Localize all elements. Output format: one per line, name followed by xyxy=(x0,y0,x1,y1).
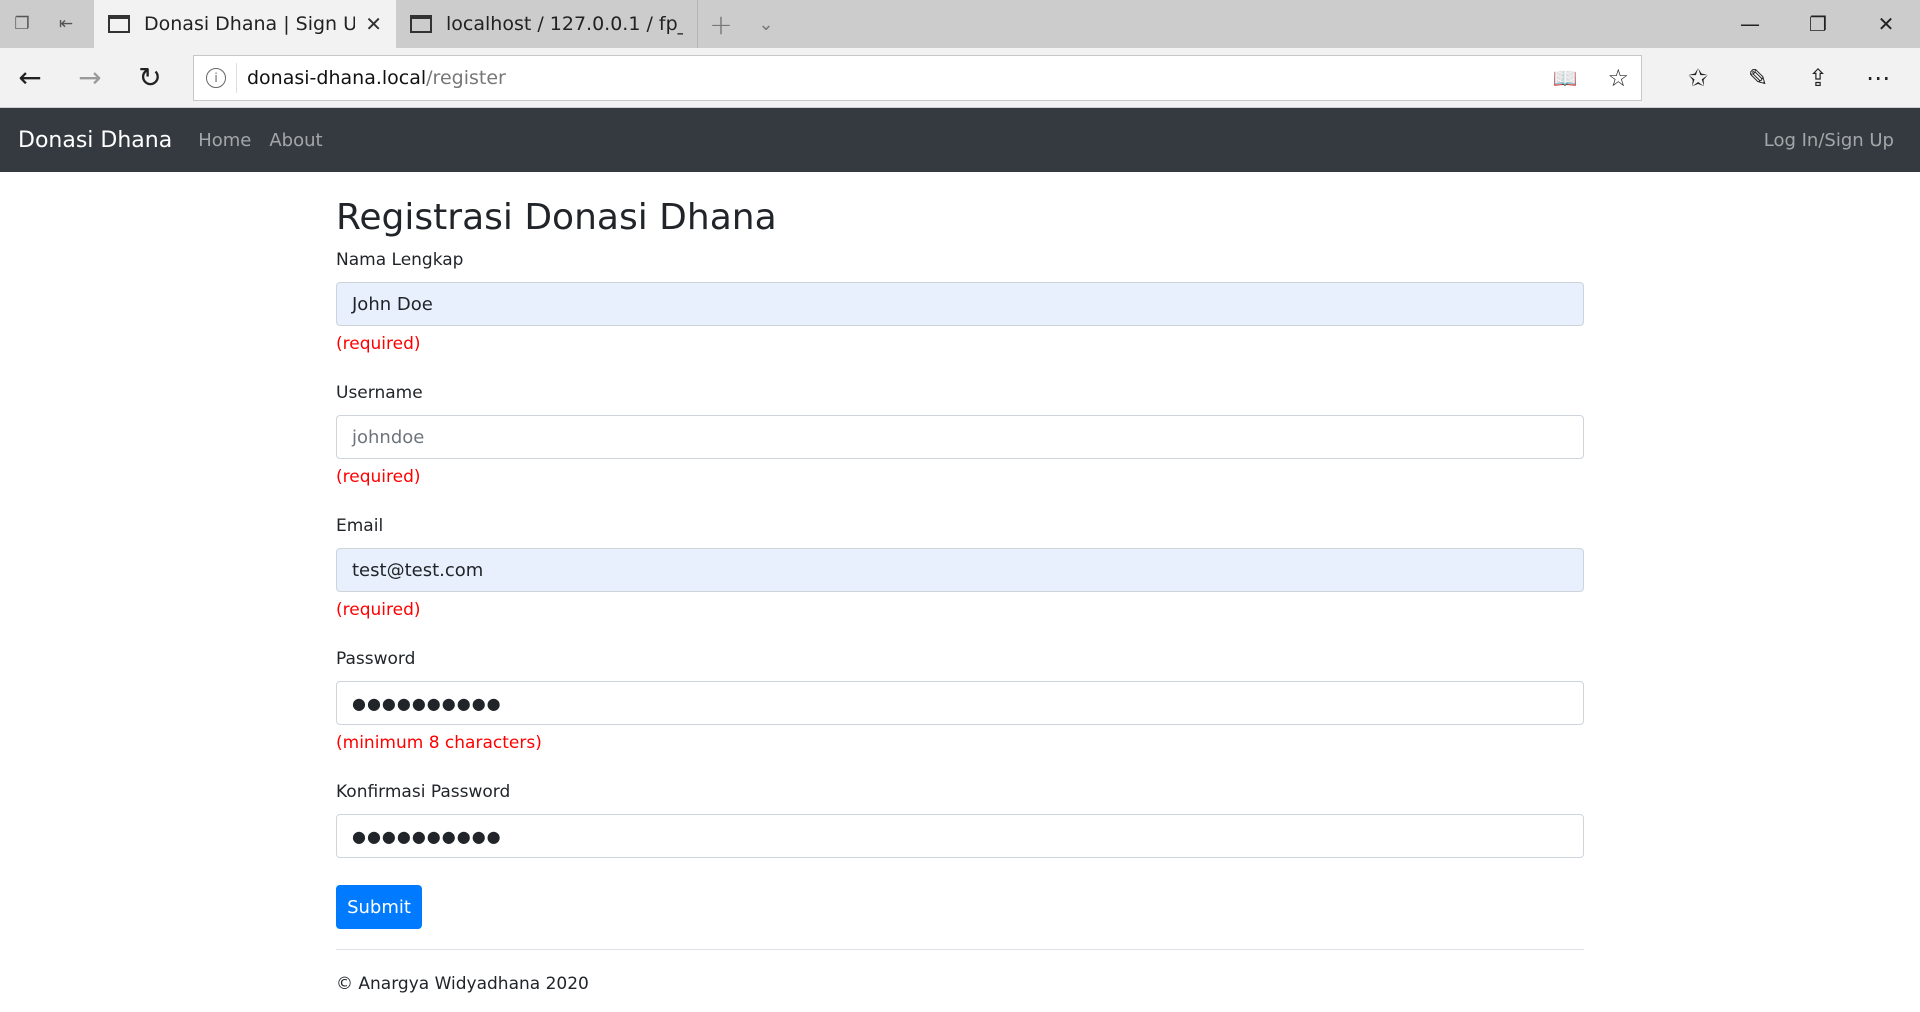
confirm-field-group: Konfirmasi Password ●●●●●●●●●● xyxy=(336,778,1584,858)
browser-tab[interactable]: localhost / 127.0.0.1 / fp_pb xyxy=(396,0,698,48)
set-aside-tabs-icon[interactable]: ⇤ xyxy=(44,0,88,48)
tab-title: Donasi Dhana | Sign Up xyxy=(144,13,356,35)
email-label: Email xyxy=(336,516,384,536)
email-field-group: Email test@test.com (required) xyxy=(336,512,1584,623)
site-navbar: Donasi Dhana Home About Log In/Sign Up xyxy=(0,108,1920,172)
chevron-down-icon[interactable]: ⌄ xyxy=(744,0,788,48)
confirm-password-label: Konfirmasi Password xyxy=(336,782,511,802)
register-form: Registrasi Donasi Dhana Nama Lengkap Joh… xyxy=(336,196,1584,994)
back-arrow-icon[interactable]: ← xyxy=(0,61,60,94)
reading-view-icon[interactable]: 📖 xyxy=(1553,66,1578,90)
password-field-group: Password ●●●●●●●●●● (minimum 8 character… xyxy=(336,645,1584,756)
close-window-icon[interactable]: ✕ xyxy=(1852,0,1920,48)
email-help-text: (required) xyxy=(336,600,421,620)
url-path: /register xyxy=(426,66,506,89)
address-input[interactable]: i donasi-dhana.local/register 📖 ☆ xyxy=(193,54,1642,101)
page-title: Registrasi Donasi Dhana xyxy=(336,197,777,238)
confirm-password-value: ●●●●●●●●●● xyxy=(352,826,502,846)
favorites-list-icon[interactable]: ✩ xyxy=(1668,64,1728,92)
name-input[interactable]: John Doe xyxy=(336,282,1584,326)
refresh-icon[interactable]: ↻ xyxy=(120,61,180,94)
url-host: donasi-dhana.local xyxy=(247,66,427,89)
address-toolbar: ← → ↻ i donasi-dhana.local/register 📖 ☆ … xyxy=(0,48,1920,108)
tab-manager-icon[interactable]: ❐ xyxy=(0,0,44,48)
password-help-text: (minimum 8 characters) xyxy=(336,733,542,753)
window-controls: — ❐ ✕ xyxy=(1716,0,1920,48)
name-field-group: Nama Lengkap John Doe (required) xyxy=(336,246,1584,357)
nav-link-about[interactable]: About xyxy=(269,130,322,151)
password-value: ●●●●●●●●●● xyxy=(352,693,502,713)
more-options-icon[interactable]: ⋯ xyxy=(1848,64,1908,92)
confirm-password-input[interactable]: ●●●●●●●●●● xyxy=(336,814,1584,858)
page-icon xyxy=(108,15,130,33)
close-icon[interactable]: ✕ xyxy=(365,12,382,36)
url-separator xyxy=(236,62,237,93)
forward-arrow-icon[interactable]: → xyxy=(60,61,120,94)
browser-tab-bar: ❐ ⇤ Donasi Dhana | Sign Up ✕ localhost /… xyxy=(0,0,1920,48)
nav-link-login[interactable]: Log In/Sign Up xyxy=(1764,130,1894,151)
nav-link-home[interactable]: Home xyxy=(198,130,251,151)
password-label: Password xyxy=(336,649,416,669)
username-placeholder: johndoe xyxy=(352,426,425,448)
page-icon xyxy=(410,15,432,33)
email-input[interactable]: test@test.com xyxy=(336,548,1584,592)
divider xyxy=(336,949,1584,950)
name-label: Nama Lengkap xyxy=(336,250,464,270)
minimize-icon[interactable]: — xyxy=(1716,0,1784,48)
new-tab-icon[interactable]: + xyxy=(698,0,744,48)
name-help-text: (required) xyxy=(336,334,421,354)
favorite-star-icon[interactable]: ☆ xyxy=(1607,64,1629,92)
password-input[interactable]: ●●●●●●●●●● xyxy=(336,681,1584,725)
username-help-text: (required) xyxy=(336,467,421,487)
info-icon[interactable]: i xyxy=(206,67,226,88)
username-input[interactable]: johndoe xyxy=(336,415,1584,459)
submit-button[interactable]: Submit xyxy=(336,885,422,929)
email-value: test@test.com xyxy=(352,559,484,581)
share-icon[interactable]: ⇪ xyxy=(1788,64,1848,92)
browser-tab-active[interactable]: Donasi Dhana | Sign Up ✕ xyxy=(94,0,396,48)
username-field-group: Username johndoe (required) xyxy=(336,379,1584,490)
browser-tools: ✩ ✎ ⇪ ⋯ xyxy=(1668,64,1908,92)
tab-title: localhost / 127.0.0.1 / fp_pb xyxy=(446,13,683,35)
footer-text: © Anargya Widyadhana 2020 xyxy=(336,974,589,994)
restore-icon[interactable]: ❐ xyxy=(1784,0,1852,48)
name-value: John Doe xyxy=(352,293,433,315)
navbar-brand[interactable]: Donasi Dhana xyxy=(18,128,172,153)
username-label: Username xyxy=(336,383,423,403)
pen-icon[interactable]: ✎ xyxy=(1728,64,1788,92)
